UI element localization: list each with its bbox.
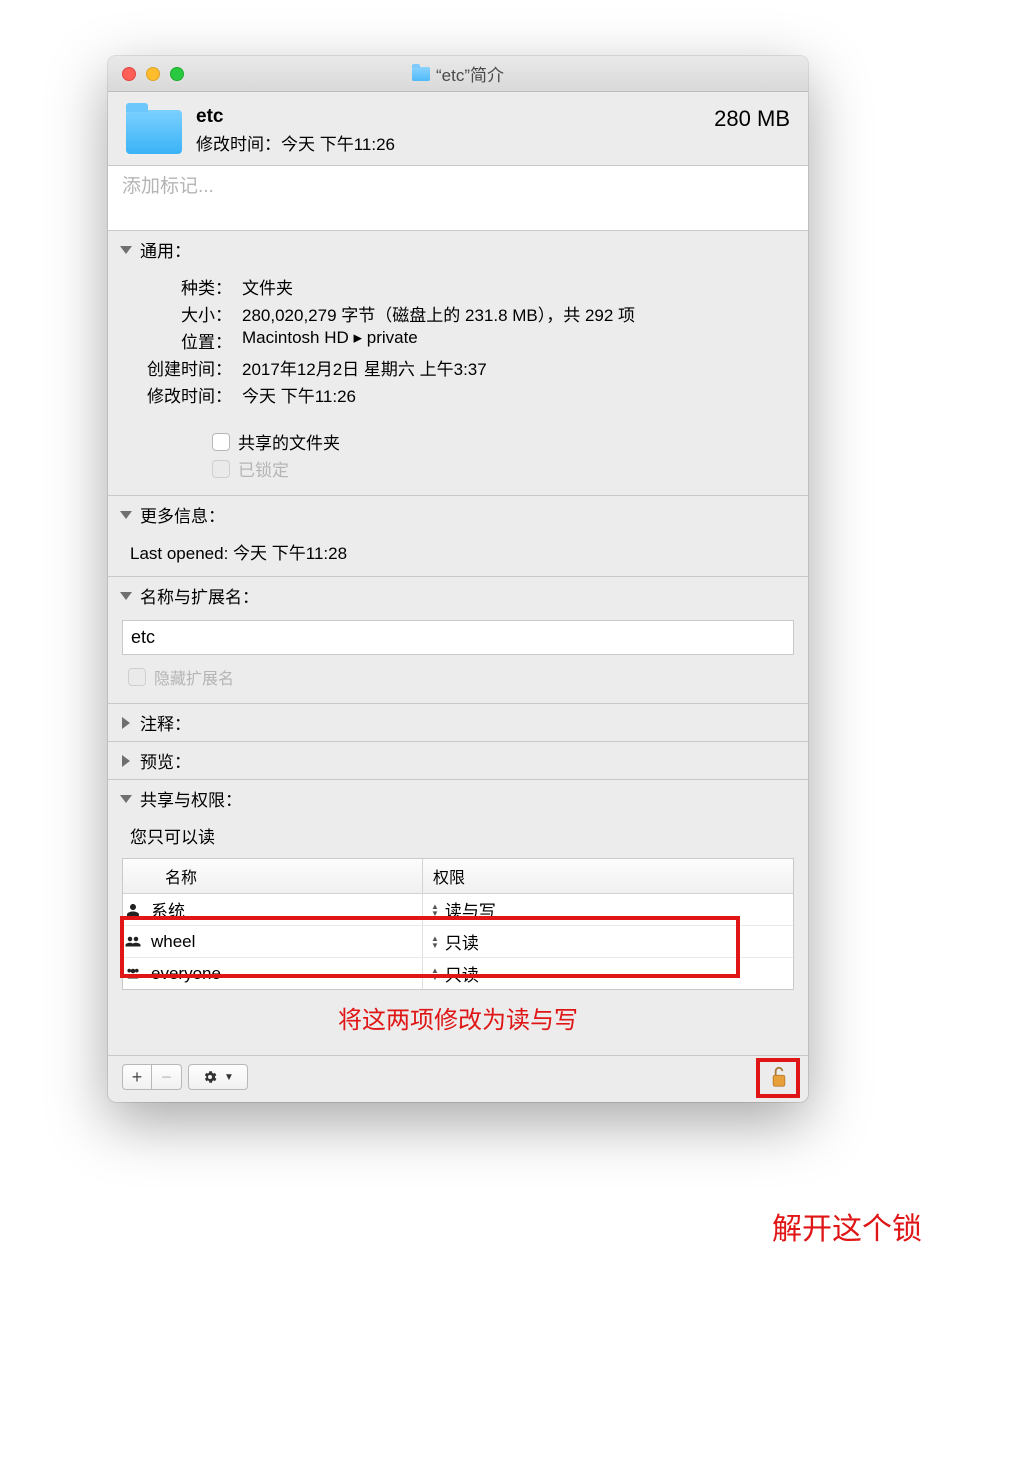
- titlebar: “etc”简介: [108, 56, 808, 92]
- item-size: 280 MB: [714, 106, 790, 132]
- created-label: 创建时间：: [142, 355, 232, 380]
- zoom-button[interactable]: [170, 67, 184, 81]
- close-button[interactable]: [122, 67, 136, 81]
- kind-label: 种类：: [142, 274, 232, 299]
- tags-field: [108, 165, 808, 231]
- last-opened-value: 今天 下午11:28: [233, 544, 347, 563]
- section-sharing: 共享与权限： 您只可以读 名称 权限 系统: [108, 780, 808, 1055]
- item-name: etc: [196, 106, 714, 128]
- locked-checkbox: [212, 460, 230, 478]
- item-modified: 修改时间：今天 下午11:26: [196, 130, 714, 155]
- permission-row-everyone[interactable]: everyone ▲▼ 只读: [123, 958, 793, 989]
- disclosure-triangle-icon: [120, 592, 132, 600]
- hide-ext-label: 隐藏扩展名: [154, 665, 234, 689]
- permission-row-wheel[interactable]: wheel ▲▼ 只读: [123, 926, 793, 958]
- folder-icon: [412, 67, 430, 81]
- group-icon: [123, 933, 143, 951]
- disclosure-triangle-icon: [122, 755, 130, 767]
- section-preview: 预览：: [108, 742, 808, 780]
- annotation-perm-hint: 将这两项修改为读与写: [122, 990, 794, 1055]
- section-sharing-header[interactable]: 共享与权限：: [108, 780, 808, 817]
- lock-open-icon: [769, 1065, 789, 1089]
- col-perm-header: 权限: [423, 859, 793, 893]
- modified-value: 今天 下午11:26: [242, 382, 794, 407]
- stepper-icon: ▲▼: [431, 935, 439, 949]
- section-general-header[interactable]: 通用：: [108, 231, 808, 268]
- shared-checkbox[interactable]: [212, 433, 230, 451]
- tags-input[interactable]: [108, 166, 808, 230]
- permission-row-system[interactable]: 系统 ▲▼ 读与写: [123, 894, 793, 926]
- window-title: “etc”简介: [436, 61, 504, 86]
- action-menu-button[interactable]: ▼: [188, 1064, 248, 1090]
- section-name-ext: 名称与扩展名： 隐藏扩展名: [108, 577, 808, 704]
- add-button[interactable]: +: [122, 1064, 152, 1090]
- name-input[interactable]: [122, 620, 794, 655]
- kind-value: 文件夹: [242, 274, 794, 299]
- permissions-toolbar: + − ▼: [108, 1055, 808, 1102]
- size-value: 280,020,279 字节（磁盘上的 231.8 MB），共 292 项: [242, 301, 794, 326]
- gear-icon: [202, 1069, 218, 1085]
- person-icon: [123, 901, 143, 919]
- minimize-button[interactable]: [146, 67, 160, 81]
- shared-folder-row: 共享的文件夹: [212, 429, 794, 454]
- disclosure-triangle-icon: [122, 717, 130, 729]
- section-name-ext-header[interactable]: 名称与扩展名：: [108, 577, 808, 614]
- locked-row: 已锁定: [212, 456, 794, 481]
- get-info-window: “etc”简介 etc 修改时间：今天 下午11:26 280 MB 通用： 种…: [108, 56, 808, 1102]
- permissions-header-row: 名称 权限: [123, 859, 793, 894]
- where-label: 位置：: [142, 328, 232, 353]
- where-value: Macintosh HD ▸ private: [242, 328, 794, 353]
- section-general: 通用： 种类： 文件夹 大小： 280,020,279 字节（磁盘上的 231.8 …: [108, 231, 808, 496]
- section-comments: 注释：: [108, 704, 808, 742]
- remove-button[interactable]: −: [152, 1064, 182, 1090]
- hide-ext-checkbox: [128, 668, 146, 686]
- permission-select[interactable]: ▲▼ 只读: [423, 958, 793, 989]
- locked-label: 已锁定: [238, 456, 289, 481]
- annotation-lock-hint: 解开这个锁: [772, 1204, 922, 1248]
- disclosure-triangle-icon: [120, 246, 132, 254]
- section-more-info: 更多信息： Last opened: 今天 下午11:28: [108, 496, 808, 577]
- folder-icon: [126, 110, 182, 154]
- group-icon: [123, 965, 143, 983]
- readonly-notice: 您只可以读: [122, 821, 794, 858]
- modified-label: 修改时间：: [142, 382, 232, 407]
- chevron-down-icon: ▼: [224, 1072, 234, 1083]
- permission-select[interactable]: ▲▼ 读与写: [423, 894, 793, 925]
- created-value: 2017年12月2日 星期六 上午3:37: [242, 355, 794, 380]
- disclosure-triangle-icon: [120, 511, 132, 519]
- permission-select[interactable]: ▲▼ 只读: [423, 926, 793, 957]
- stepper-icon: ▲▼: [431, 967, 439, 981]
- window-controls: [108, 67, 184, 81]
- col-name-header: 名称: [123, 859, 423, 893]
- section-preview-header[interactable]: 预览：: [108, 742, 808, 779]
- section-comments-header[interactable]: 注释：: [108, 704, 808, 741]
- info-header: etc 修改时间：今天 下午11:26 280 MB: [108, 92, 808, 165]
- disclosure-triangle-icon: [120, 795, 132, 803]
- stepper-icon: ▲▼: [431, 903, 439, 917]
- size-label: 大小：: [142, 301, 232, 326]
- last-opened-label: Last opened:: [130, 544, 228, 563]
- shared-label: 共享的文件夹: [238, 429, 340, 454]
- lock-button[interactable]: [764, 1062, 794, 1092]
- section-more-info-header[interactable]: 更多信息：: [108, 496, 808, 533]
- permissions-table: 名称 权限 系统 ▲▼ 读与写: [122, 858, 794, 990]
